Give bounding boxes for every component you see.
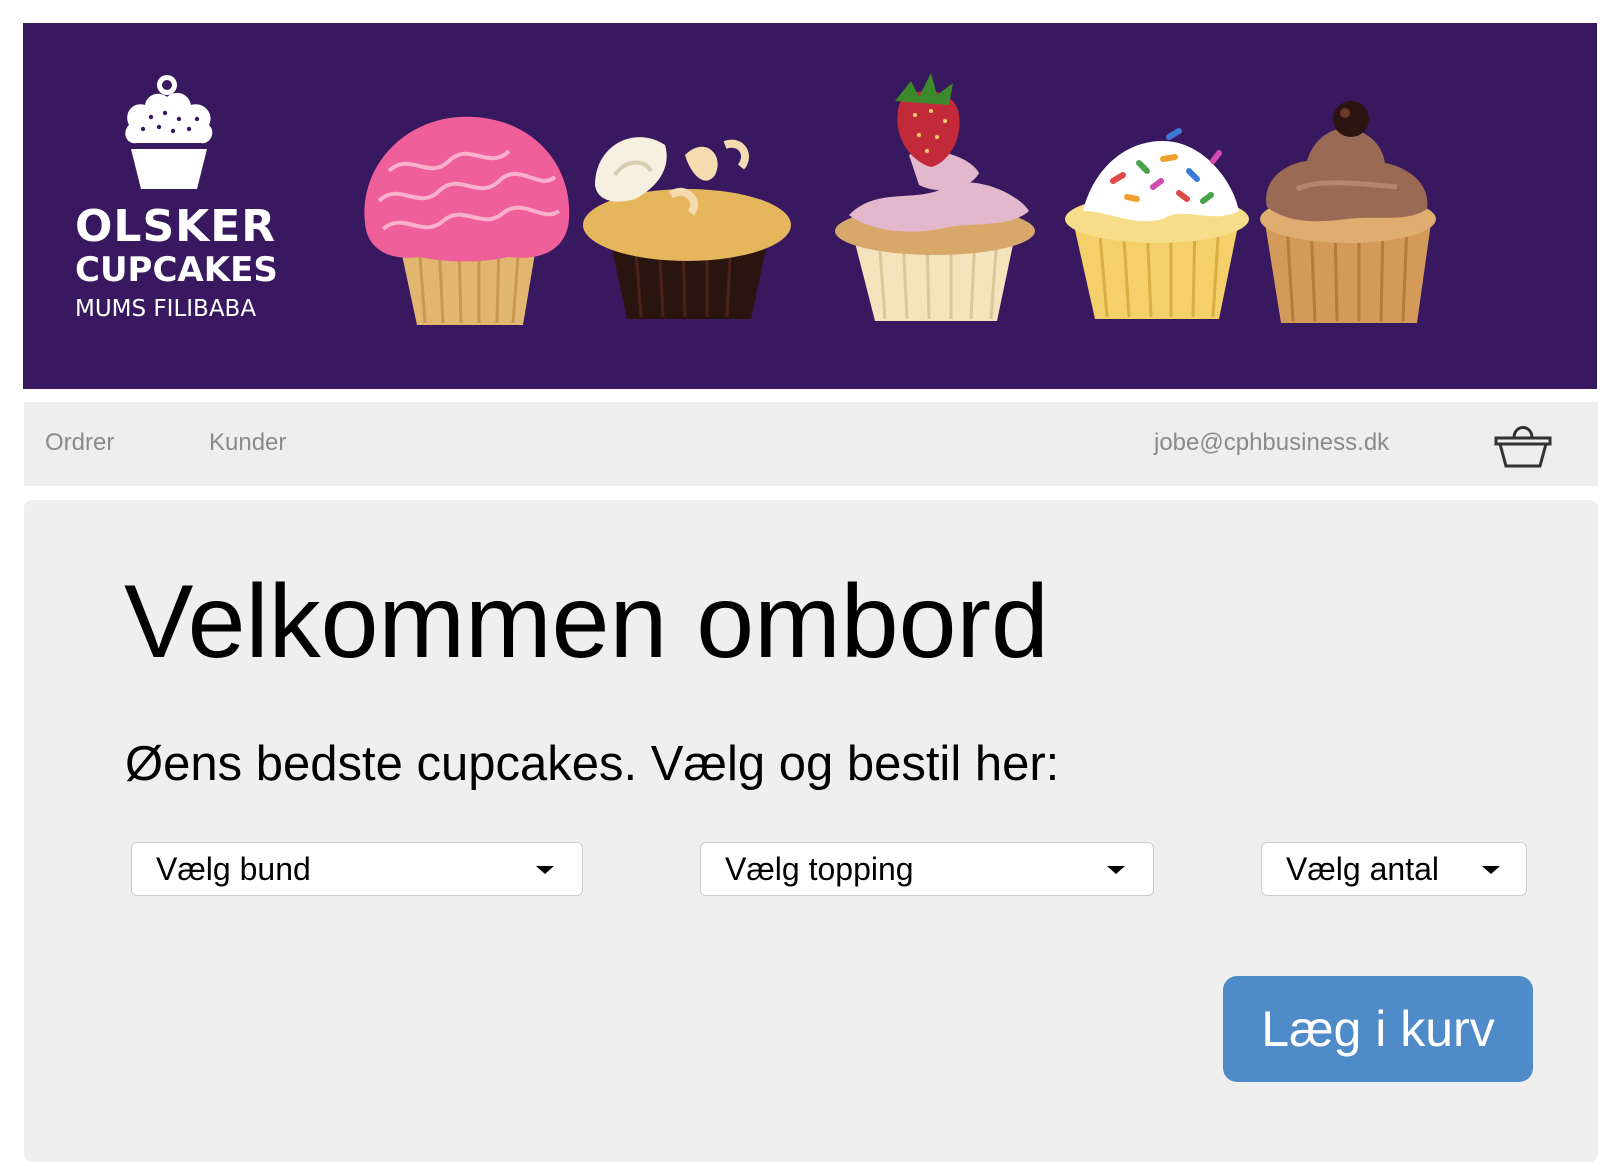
page: OLSKER CUPCAKES MUMS FILIBABA Ordrer Kun…	[0, 0, 1610, 1174]
shopping-basket-icon[interactable]	[1494, 420, 1552, 470]
select-quantity-value: Vælg antal	[1286, 851, 1439, 887]
page-title: Velkommen ombord	[124, 564, 1049, 680]
nav-link-customers[interactable]: Kunder	[209, 429, 286, 457]
logo-subtitle: CUPCAKES	[75, 250, 278, 290]
navbar: Ordrer Kunder jobe@cphbusiness.dk	[24, 402, 1598, 486]
page-subtitle: Øens bedste cupcakes. Vælg og bestil her…	[125, 737, 1060, 791]
strawberry-cupcake	[835, 73, 1035, 321]
select-bottom-value: Vælg bund	[156, 851, 311, 887]
caret-down-icon	[1107, 866, 1125, 874]
vanilla-chocolate-cupcake	[583, 137, 791, 319]
logo-tagline: MUMS FILIBABA	[75, 296, 257, 322]
header-banner: OLSKER CUPCAKES MUMS FILIBABA	[23, 23, 1597, 389]
add-to-cart-button[interactable]: Læg i kurv	[1223, 976, 1533, 1082]
caret-down-icon	[1482, 866, 1500, 874]
logo-title: OLSKER	[75, 201, 277, 252]
brand-logo[interactable]: OLSKER CUPCAKES MUMS FILIBABA	[75, 73, 278, 329]
select-topping-value: Vælg topping	[725, 851, 914, 887]
nav-link-orders[interactable]: Ordrer	[45, 429, 114, 457]
caret-down-icon	[536, 866, 554, 874]
pink-frosting-cupcake	[364, 116, 570, 325]
cupcake-icon	[125, 75, 213, 189]
select-bottom-dropdown[interactable]: Vælg bund	[131, 842, 583, 896]
welcome-panel: Velkommen ombord Øens bedste cupcakes. V…	[24, 500, 1598, 1162]
select-quantity-dropdown[interactable]: Vælg antal	[1261, 842, 1527, 896]
select-topping-dropdown[interactable]: Vælg topping	[700, 842, 1154, 896]
chocolate-frosting-cupcake	[1260, 101, 1436, 323]
sprinkles-cupcake	[1065, 128, 1249, 319]
user-email-link[interactable]: jobe@cphbusiness.dk	[1154, 429, 1389, 457]
